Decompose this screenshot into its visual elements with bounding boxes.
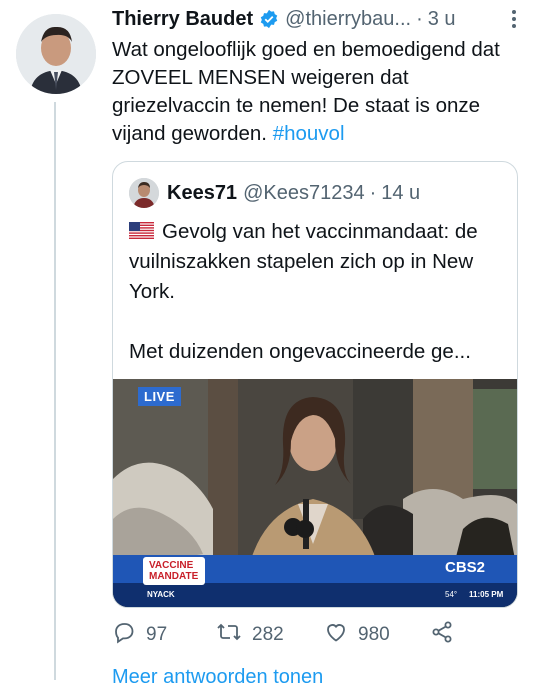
live-badge: LIVE [138,387,181,406]
quoted-tweet-header: Kees71 @Kees71234 · 14 u [129,178,505,208]
us-flag-icon [129,218,154,239]
author-handle[interactable]: @thierrybau... [285,8,411,31]
thread-line [54,102,56,680]
retweet-button[interactable]: 282 [216,620,284,650]
quoted-author-name: Kees71 [167,181,238,204]
ticker-time: 11:05 PM [469,590,504,599]
like-count: 980 [358,624,390,645]
retweet-icon [216,620,252,650]
reply-count: 97 [146,624,168,645]
verified-badge-icon [259,9,279,29]
quoted-line-2: Met duizenden ongevaccineerde ge... [129,340,471,363]
ticker-location: NYACK [147,590,175,599]
like-button[interactable]: 980 [324,620,390,650]
author-name[interactable]: Thierry Baudet [112,8,253,31]
station-logo: CBS2 [445,559,486,576]
quoted-author-avatar [129,178,159,208]
show-more-replies-link[interactable]: Meer antwoorden tonen [112,666,323,689]
separator-dot: · [416,7,423,30]
tweet-text: Wat ongelooflijk goed en bemoedigend dat… [112,36,517,148]
hashtag-link[interactable]: #houvol [273,122,345,145]
ticker-temp: 54° [445,590,458,599]
video-thumbnail[interactable]: LIVE VACCINE MANDATE CBS2 NYACK 54° 11:0… [113,379,517,607]
more-options-icon[interactable] [511,9,517,35]
retweet-count: 282 [252,624,284,645]
lower-third-text: VACCINE MANDATE [149,560,199,582]
tweet-time[interactable]: 3 u [428,8,456,31]
quoted-author-handle: @Kees71234 [243,181,365,204]
quoted-line-1: Gevolg van het vaccinmandaat: de vuilnis… [129,220,478,303]
tweet-actions: 97 282 980 [112,620,512,652]
share-button[interactable] [430,620,464,650]
lower-third-label: VACCINE MANDATE [143,557,205,585]
quoted-text-first: Gevolg van het vaccinmandaat: de vuilnis… [129,217,509,307]
author-avatar[interactable] [16,14,96,94]
share-icon [430,620,464,650]
tweet-header: Thierry Baudet @thierrybau... · 3 u [112,6,521,32]
quoted-tweet[interactable]: Kees71 @Kees71234 · 14 u Gevolg van het … [112,161,518,608]
reply-button[interactable]: 97 [112,620,167,650]
quoted-tweet-text: Gevolg van het vaccinmandaat: de vuilnis… [129,217,509,367]
heart-icon [324,620,358,650]
reply-icon [112,620,146,650]
quoted-time: 14 u [381,181,421,204]
quoted-separator-dot: · [369,181,377,204]
